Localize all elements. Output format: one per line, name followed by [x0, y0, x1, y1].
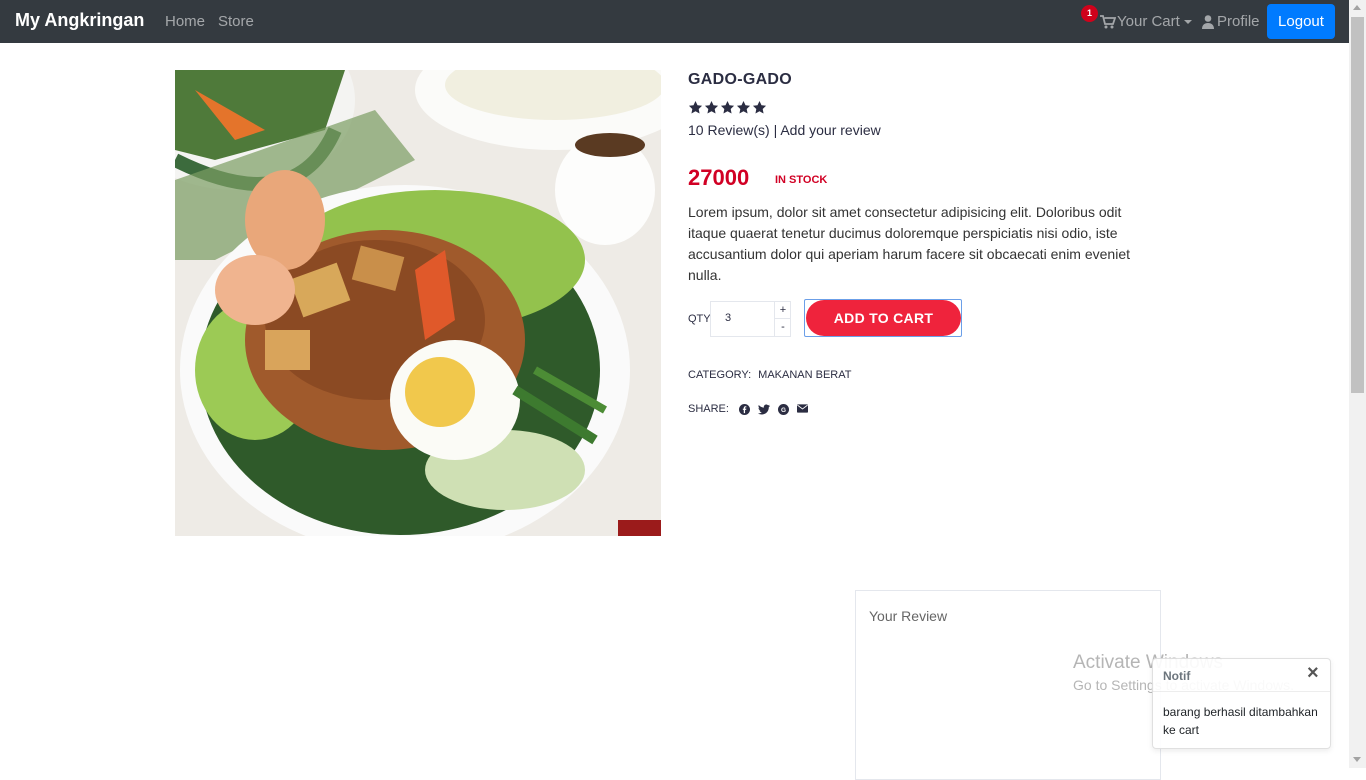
product-price: 27000	[688, 165, 750, 190]
brand-link[interactable]: My Angkringan	[15, 10, 144, 31]
cart-count-badge: 1	[1081, 5, 1098, 22]
twitter-icon[interactable]	[757, 404, 770, 415]
notification-toast: Notif × barang berhasil ditambahkan ke c…	[1152, 658, 1331, 749]
nav-store-link[interactable]: Store	[218, 13, 254, 30]
toast-title: Notif	[1163, 669, 1191, 683]
product-image	[175, 70, 661, 536]
qty-increase-button[interactable]: +	[774, 302, 791, 319]
qty-decrease-button[interactable]: -	[774, 319, 791, 336]
quantity-stepper[interactable]: 3 + -	[710, 301, 791, 337]
envelope-icon[interactable]	[796, 403, 808, 415]
product-description: Lorem ipsum, dolor sit amet consectetur …	[688, 204, 1131, 283]
profile-link[interactable]: Profile	[1202, 13, 1260, 30]
google-plus-icon[interactable]: G	[777, 403, 789, 415]
scroll-up-arrow-icon[interactable]	[1353, 5, 1361, 10]
category-label: CATEGORY:	[688, 369, 752, 381]
reviews-link[interactable]: 10 Review(s) | Add your review	[688, 122, 881, 138]
gado-gado-photo-icon	[175, 70, 661, 536]
category-link[interactable]: MAKANAN BERAT	[758, 369, 851, 381]
nav-home-link[interactable]: Home	[165, 13, 205, 30]
qty-label: QTY	[688, 313, 711, 325]
cart-label: Your Cart	[1117, 13, 1180, 30]
share-label: SHARE:	[688, 403, 729, 415]
share-line: SHARE: G	[688, 403, 808, 415]
product-title: GADO-GADO	[688, 71, 793, 88]
cart-dropdown[interactable]: Your Cart	[1100, 13, 1192, 30]
facebook-icon[interactable]	[738, 403, 750, 415]
star-icon	[704, 100, 719, 114]
qty-input[interactable]: 3	[725, 312, 731, 324]
shopping-cart-icon	[1100, 14, 1116, 28]
logout-button[interactable]: Logout	[1267, 4, 1335, 39]
star-icon	[736, 100, 751, 114]
close-icon[interactable]: ×	[1307, 663, 1319, 683]
svg-text:G: G	[781, 406, 786, 413]
profile-label: Profile	[1217, 13, 1260, 30]
category-line: CATEGORY: MAKANAN BERAT	[688, 369, 851, 381]
chevron-down-icon	[1183, 19, 1192, 24]
navbar: My Angkringan Home Store 1 Your Cart Pro…	[0, 0, 1349, 43]
star-icon	[752, 100, 767, 114]
user-icon	[1202, 14, 1214, 29]
review-title: Your Review	[869, 608, 948, 624]
vertical-scrollbar[interactable]	[1349, 0, 1366, 768]
toast-body: barang berhasil ditambahkan ke cart	[1163, 705, 1318, 737]
toast-header: Notif ×	[1153, 659, 1330, 692]
star-icon	[688, 100, 703, 114]
scroll-thumb[interactable]	[1351, 17, 1364, 393]
add-to-cart-button[interactable]: ADD TO CART	[806, 300, 961, 336]
star-icon	[720, 100, 735, 114]
stock-status: IN STOCK	[775, 174, 828, 186]
rating-stars	[688, 100, 767, 115]
scroll-down-arrow-icon[interactable]	[1353, 757, 1361, 762]
